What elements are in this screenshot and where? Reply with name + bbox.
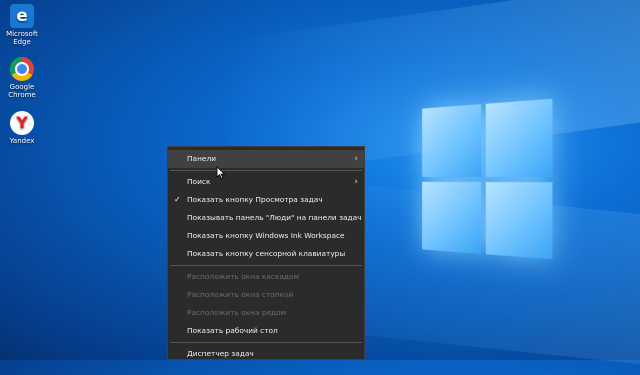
edge-icon: e (10, 4, 34, 28)
windows-logo-pane (422, 104, 481, 177)
menu-item-label: Расположить окна каскадом (187, 272, 300, 281)
menu-separator (170, 170, 362, 171)
menu-separator (170, 265, 362, 266)
windows-logo-wallpaper (422, 98, 553, 260)
menu-item-people-bar[interactable]: Показывать панель "Люди" на панели задач (168, 209, 364, 227)
menu-item-ink-workspace[interactable]: Показать кнопку Windows Ink Workspace (168, 227, 364, 245)
windows-logo-pane (422, 181, 481, 254)
chrome-icon (10, 57, 34, 81)
desktop-icon-label: Google Chrome (8, 83, 36, 99)
menu-item-label: Расположить окна стопкой (187, 290, 294, 299)
menu-separator (170, 342, 362, 343)
menu-item-side-by-side: Расположить окна рядом (168, 304, 364, 322)
menu-item-show-desktop[interactable]: Показать рабочий стол (168, 322, 364, 340)
menu-item-task-manager[interactable]: Диспетчер задач (168, 345, 364, 363)
menu-item-label: Показать кнопку Просмотра задач (187, 195, 323, 204)
menu-item-label: Поиск (187, 177, 211, 186)
menu-item-label: Показать кнопку сенсорной клавиатуры (187, 249, 346, 258)
menu-item-label: Панели (187, 154, 216, 163)
desktop-icon-edge[interactable]: e Microsoft Edge (2, 4, 42, 46)
windows-logo-pane (485, 181, 553, 260)
menu-item-label: Показывать панель "Люди" на панели задач (187, 213, 362, 222)
yandex-icon: Y (10, 111, 34, 135)
menu-item-search[interactable]: Поиск › (168, 173, 364, 191)
desktop-icon-chrome[interactable]: Google Chrome (2, 57, 42, 99)
menu-item-touch-keyboard[interactable]: Показать кнопку сенсорной клавиатуры (168, 245, 364, 263)
menu-item-label: Диспетчер задач (187, 349, 254, 358)
taskbar-context-menu: Панели › Поиск › ✓ Показать кнопку Просм… (167, 146, 365, 360)
windows-logo-pane (485, 98, 553, 177)
menu-item-cascade-windows: Расположить окна каскадом (168, 268, 364, 286)
chevron-right-icon: › (354, 154, 358, 164)
menu-item-toolbars[interactable]: Панели › (168, 150, 364, 168)
desktop-icon-yandex[interactable]: Y Yandex (2, 111, 42, 145)
desktop-icon-label: Yandex (9, 137, 35, 145)
menu-item-stack-windows: Расположить окна стопкой (168, 286, 364, 304)
desktop-icon-label: Microsoft Edge (6, 30, 38, 46)
mouse-pointer-icon (216, 166, 226, 180)
menu-item-label: Показать кнопку Windows Ink Workspace (187, 231, 345, 240)
menu-item-task-view-button[interactable]: ✓ Показать кнопку Просмотра задач (168, 191, 364, 209)
chevron-right-icon: › (354, 177, 358, 187)
menu-item-label: Расположить окна рядом (187, 308, 287, 317)
checkmark-icon: ✓ (174, 195, 181, 204)
menu-item-label: Показать рабочий стол (187, 326, 278, 335)
